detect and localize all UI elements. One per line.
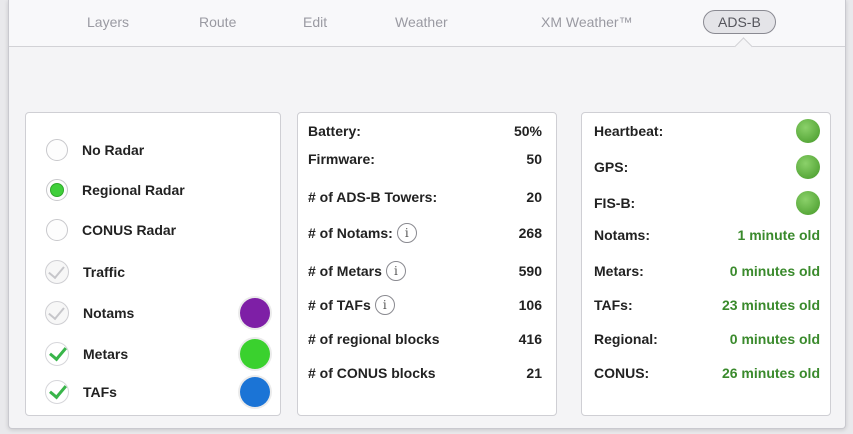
tab-route[interactable]: Route (199, 12, 236, 32)
stat-value: 50% (513, 123, 542, 139)
stat-label: # of Metars (308, 263, 382, 279)
status-row-metars: Metars: 0 minutes old (594, 259, 820, 283)
radio-button-selected[interactable] (46, 179, 68, 201)
stat-value: 20 (526, 189, 542, 205)
toggle-traffic[interactable]: Traffic (26, 257, 280, 287)
stat-label: # of TAFs (308, 297, 371, 313)
stat-label: # of CONUS blocks (308, 365, 436, 381)
stat-label: # of regional blocks (308, 331, 440, 347)
stat-label: Battery: (308, 123, 361, 139)
gps-status-indicator (796, 155, 820, 179)
toggle-label: Metars (83, 346, 129, 362)
stat-row: # of CONUS blocks 21 (308, 361, 542, 385)
stat-value: 106 (518, 297, 542, 313)
stat-value: 21 (526, 365, 542, 381)
status-row-notams: Notams: 1 minute old (594, 223, 820, 247)
stat-row: # of TAFs i 106 (308, 293, 542, 317)
heartbeat-status-indicator (796, 119, 820, 143)
status-row-conus: CONUS: 26 minutes old (594, 361, 820, 385)
status-row-gps: GPS: (594, 155, 820, 179)
data-age: 23 minutes old (721, 297, 820, 313)
radio-conus-radar[interactable]: CONUS Radar (26, 215, 280, 245)
radio-label: CONUS Radar (82, 222, 177, 238)
data-age: 0 minutes old (729, 263, 820, 279)
stat-row: # of regional blocks 416 (308, 327, 542, 351)
stat-label: # of ADS-B Towers: (308, 189, 438, 205)
checkmark-icon[interactable] (45, 380, 69, 404)
stat-label-wrap: # of Notams: i (308, 223, 417, 243)
stat-row: # of Metars i 590 (308, 259, 542, 283)
radio-label: No Radar (82, 142, 145, 158)
status-label: Regional: (594, 331, 658, 347)
device-stats-panel: Battery: 50% Firmware: 50 # of ADS-B Tow… (297, 112, 557, 416)
status-row-regional: Regional: 0 minutes old (594, 327, 820, 351)
stat-value: 50 (526, 151, 542, 167)
metars-color-swatch[interactable] (240, 339, 270, 369)
toggle-label: TAFs (83, 384, 117, 400)
radio-button[interactable] (46, 219, 68, 241)
radio-label: Regional Radar (82, 182, 185, 198)
toggle-notams[interactable]: Notams (26, 298, 280, 328)
status-row-fisb: FIS-B: (594, 191, 820, 215)
notams-color-swatch[interactable] (240, 298, 270, 328)
tafs-color-swatch[interactable] (240, 377, 270, 407)
data-age: 26 minutes old (721, 365, 820, 381)
radio-no-radar[interactable]: No Radar (26, 135, 280, 165)
status-row-tafs: TAFs: 23 minutes old (594, 293, 820, 317)
toggle-metars[interactable]: Metars (26, 339, 280, 369)
status-label: Heartbeat: (594, 123, 664, 139)
toggle-label: Traffic (83, 264, 126, 280)
stat-row: Firmware: 50 (308, 147, 542, 171)
stat-label: # of Notams: (308, 225, 393, 241)
stat-label: Firmware: (308, 151, 375, 167)
status-label: Metars: (594, 263, 644, 279)
checkmark-icon[interactable] (45, 260, 69, 284)
stat-label-wrap: # of Metars i (308, 261, 406, 281)
status-label: TAFs: (594, 297, 633, 313)
stat-value: 416 (518, 331, 542, 347)
tab-edit[interactable]: Edit (303, 12, 327, 32)
stat-row: # of Notams: i 268 (308, 221, 542, 245)
adsb-popover: Layers Route Edit Weather XM Weather™ AD… (8, 0, 846, 429)
stat-row: # of ADS-B Towers: 20 (308, 185, 542, 209)
tab-bar: Layers Route Edit Weather XM Weather™ AD… (9, 0, 845, 56)
checkmark-icon[interactable] (45, 342, 69, 366)
info-icon[interactable]: i (396, 223, 417, 243)
tab-pointer (734, 37, 753, 56)
status-label: CONUS: (594, 365, 650, 381)
status-panel: Heartbeat: GPS: FIS-B: Notams: 1 minute … (581, 112, 831, 416)
status-label: FIS-B: (594, 195, 636, 211)
layers-panel: No Radar Regional Radar CONUS Radar Traf… (25, 112, 281, 416)
tab-xm-weather[interactable]: XM Weather™ (541, 12, 633, 32)
toggle-label: Notams (83, 305, 135, 321)
status-row-heartbeat: Heartbeat: (594, 119, 820, 143)
status-label: GPS: (594, 159, 629, 175)
toggle-tafs[interactable]: TAFs (26, 377, 280, 407)
stat-value: 590 (518, 263, 542, 279)
data-age: 1 minute old (737, 227, 820, 243)
tab-ads-b[interactable]: ADS-B (703, 10, 776, 34)
info-icon[interactable]: i (385, 261, 406, 281)
radio-selected-dot (50, 183, 64, 197)
tab-weather[interactable]: Weather (395, 12, 448, 32)
stat-row: Battery: 50% (308, 119, 542, 143)
stat-value: 268 (518, 225, 542, 241)
fisb-status-indicator (796, 191, 820, 215)
radio-button[interactable] (46, 139, 68, 161)
checkmark-icon[interactable] (45, 301, 69, 325)
radio-regional-radar[interactable]: Regional Radar (26, 175, 280, 205)
stat-label-wrap: # of TAFs i (308, 295, 395, 315)
info-icon[interactable]: i (374, 295, 395, 315)
status-label: Notams: (594, 227, 651, 243)
data-age: 0 minutes old (729, 331, 820, 347)
tab-layers[interactable]: Layers (87, 12, 129, 32)
